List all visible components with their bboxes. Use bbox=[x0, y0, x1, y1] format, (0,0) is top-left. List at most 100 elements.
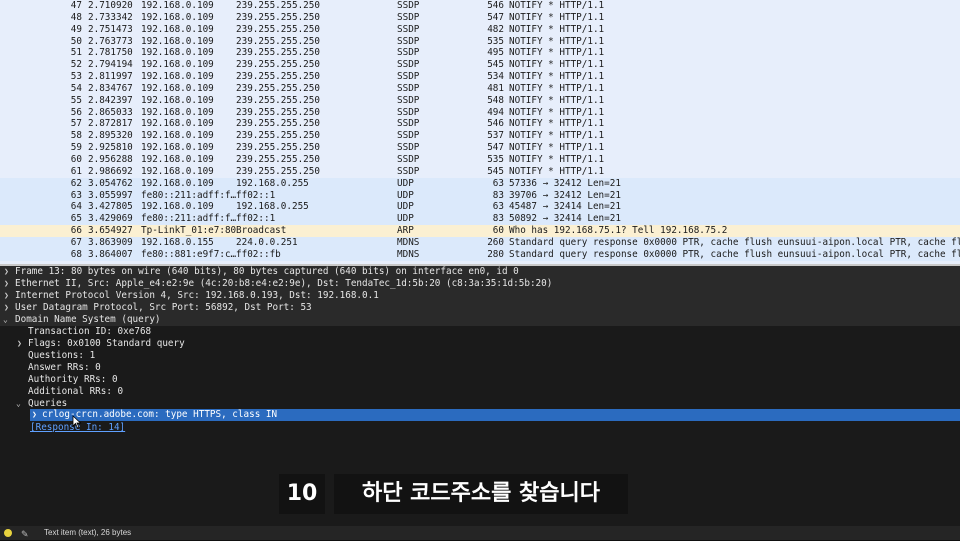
packet-info-cell: NOTIFY * HTTP/1.1 bbox=[509, 47, 605, 59]
tree-dns[interactable]: ⌄ Domain Name System (query) bbox=[0, 314, 960, 326]
tree-label: Domain Name System (query) bbox=[15, 314, 161, 325]
tree-ethernet[interactable]: ❯ Ethernet II, Src: Apple_e4:e2:9e (4c:2… bbox=[0, 278, 960, 290]
packet-row[interactable]: 65 3.429069 fe80::211:adff:f… ff02::1 UDP 83 5… bbox=[0, 213, 960, 226]
packet-dst-cell: ff02::1 bbox=[236, 213, 276, 225]
packet-dst-cell: ff02::fb bbox=[236, 248, 281, 260]
packet-no-cell: 49 bbox=[70, 23, 82, 35]
packet-time-cell: 2.842397 bbox=[88, 94, 133, 106]
packet-time-cell: 3.863909 bbox=[88, 236, 133, 248]
tree-label: Additional RRs: 0 bbox=[28, 386, 124, 397]
tree-flags[interactable]: ❯ Flags: 0x0100 Standard query bbox=[0, 338, 960, 350]
packet-row[interactable]: 68 3.864007 fe80::881:e9f7:c… ff02::fb MDNS 2… bbox=[0, 248, 960, 261]
packet-info-cell: 50892 → 32414 Len=21 bbox=[509, 213, 621, 225]
packet-len-cell: 280 bbox=[487, 248, 504, 260]
packet-len-cell: 547 bbox=[487, 11, 504, 23]
tree-udp[interactable]: ❯ User Datagram Protocol, Src Port: 5689… bbox=[0, 302, 960, 314]
packet-row[interactable]: 52 2.794194 192.168.0.109 239.255.255.250 SS… bbox=[0, 59, 960, 71]
packet-src-cell: 192.168.0.109 bbox=[141, 0, 214, 11]
chevron-right-icon[interactable]: ❯ bbox=[4, 266, 9, 278]
packet-no-cell: 63 bbox=[70, 189, 82, 201]
packet-row[interactable]: 61 2.986692 192.168.0.109 239.255.255.250 SS… bbox=[0, 166, 960, 178]
packet-row[interactable]: 54 2.834767 192.168.0.109 239.255.255.250 SS… bbox=[0, 83, 960, 95]
tree-ip[interactable]: ❯ Internet Protocol Version 4, Src: 192.… bbox=[0, 290, 960, 302]
packet-len-cell: 546 bbox=[487, 0, 504, 11]
packet-info-cell: Who has 192.168.75.1? Tell 192.168.75.2 bbox=[509, 225, 728, 237]
packet-row[interactable]: 59 2.925810 192.168.0.109 239.255.255.250 SS… bbox=[0, 142, 960, 154]
tree-transaction-id[interactable]: Transaction ID: 0xe768 bbox=[0, 326, 960, 338]
tree-answer-rrs[interactable]: Answer RRs: 0 bbox=[0, 362, 960, 374]
packet-no-cell: 67 bbox=[70, 236, 82, 248]
chevron-right-icon[interactable]: ❯ bbox=[17, 338, 22, 350]
chevron-right-icon[interactable]: ❯ bbox=[4, 290, 9, 302]
packet-len-cell: 495 bbox=[487, 47, 504, 59]
packet-len-cell: 83 bbox=[492, 213, 504, 225]
packet-time-cell: 2.811997 bbox=[88, 71, 133, 83]
packet-row[interactable]: 60 2.956288 192.168.0.109 239.255.255.250 SS… bbox=[0, 154, 960, 166]
status-indicator-icon[interactable] bbox=[4, 529, 12, 537]
packet-time-cell: 2.763773 bbox=[88, 35, 133, 47]
packet-dst-cell: 239.255.255.250 bbox=[236, 59, 320, 71]
packet-proto-cell: ARP bbox=[397, 225, 414, 237]
packet-src-cell: 192.168.0.109 bbox=[141, 165, 214, 177]
packet-row[interactable]: 62 3.054762 192.168.0.109 192.168.0.255 UDP 6… bbox=[0, 177, 960, 190]
packet-row[interactable]: 48 2.733342 192.168.0.109 239.255.255.250 SS… bbox=[0, 12, 960, 24]
packet-src-cell: 192.168.0.109 bbox=[141, 47, 214, 59]
tree-authority-rrs[interactable]: Authority RRs: 0 bbox=[0, 374, 960, 386]
packet-dst-cell: 239.255.255.250 bbox=[236, 118, 320, 130]
chevron-down-icon[interactable]: ⌄ bbox=[16, 398, 21, 410]
tree-query-item-selected[interactable]: ❯ crlog-crcn.adobe.com: type HTTPS, clas… bbox=[30, 409, 960, 421]
packet-info-cell: NOTIFY * HTTP/1.1 bbox=[509, 0, 605, 11]
packet-info-cell: NOTIFY * HTTP/1.1 bbox=[509, 118, 605, 130]
packet-time-cell: 2.865033 bbox=[88, 106, 133, 118]
packet-row[interactable]: 55 2.842397 192.168.0.109 239.255.255.250 SS… bbox=[0, 95, 960, 107]
packet-dst-cell: 239.255.255.250 bbox=[236, 165, 320, 177]
packet-src-cell: 192.168.0.109 bbox=[141, 94, 214, 106]
packet-row[interactable]: 49 2.751473 192.168.0.109 239.255.255.250 SS… bbox=[0, 24, 960, 36]
tree-label: Questions: 1 bbox=[28, 350, 96, 361]
status-text: Text item (text), 26 bytes bbox=[44, 528, 132, 537]
packet-time-cell: 2.751473 bbox=[88, 23, 133, 35]
packet-row[interactable]: 47 2.710920 192.168.0.109 239.255.255.250 SS… bbox=[0, 0, 960, 12]
tree-questions[interactable]: Questions: 1 bbox=[0, 350, 960, 362]
packet-dst-cell: 239.255.255.250 bbox=[236, 153, 320, 165]
packet-info-cell: NOTIFY * HTTP/1.1 bbox=[509, 106, 605, 118]
packet-row[interactable]: 56 2.865033 192.168.0.109 239.255.255.250 SS… bbox=[0, 107, 960, 119]
packet-time-cell: 3.654927 bbox=[88, 225, 133, 237]
packet-len-cell: 534 bbox=[487, 71, 504, 83]
packet-row[interactable]: 58 2.895320 192.168.0.109 239.255.255.250 SS… bbox=[0, 130, 960, 142]
tree-label: Flags: 0x0100 Standard query bbox=[28, 338, 185, 349]
packet-info-cell: 45487 → 32414 Len=21 bbox=[509, 201, 621, 213]
subtitle-step-number: 10 bbox=[279, 474, 325, 514]
packet-row[interactable]: 66 3.654927 Tp-LinkT_01:e7:80 Broadcast ARP 6… bbox=[0, 225, 960, 237]
packet-src-cell: 192.168.0.109 bbox=[141, 201, 214, 213]
packet-src-cell: 192.168.0.109 bbox=[141, 142, 214, 154]
packet-len-cell: 63 bbox=[492, 177, 504, 189]
packet-row[interactable]: 53 2.811997 192.168.0.109 239.255.255.250 SS… bbox=[0, 71, 960, 83]
packet-row[interactable]: 63 3.055997 fe80::211:adff:f… ff02::1 UDP 83 3… bbox=[0, 189, 960, 202]
chevron-right-icon[interactable]: ❯ bbox=[32, 410, 37, 419]
chevron-right-icon[interactable]: ❯ bbox=[4, 278, 9, 290]
packet-info-cell: NOTIFY * HTTP/1.1 bbox=[509, 165, 605, 177]
packet-src-cell: 192.168.0.109 bbox=[141, 118, 214, 130]
tree-additional-rrs[interactable]: Additional RRs: 0 bbox=[0, 386, 960, 398]
packet-len-cell: 535 bbox=[487, 35, 504, 47]
packet-row[interactable]: 64 3.427805 192.168.0.109 192.168.0.255 UDP 6… bbox=[0, 201, 960, 214]
tree-frame[interactable]: ❯ Frame 13: 80 bytes on wire (640 bits),… bbox=[0, 266, 960, 278]
packet-list[interactable]: 47 2.710920 192.168.0.109 239.255.255.250 SS… bbox=[0, 0, 960, 264]
packet-row[interactable]: 57 2.872817 192.168.0.109 239.255.255.250 SS… bbox=[0, 118, 960, 130]
packet-proto-cell: SSDP bbox=[397, 82, 420, 94]
subtitle-caption: 10 하단 코드주소를 찾습니다 bbox=[0, 474, 960, 514]
packet-time-cell: 2.733342 bbox=[88, 11, 133, 23]
packet-dst-cell: 224.0.0.251 bbox=[236, 236, 298, 248]
packet-src-cell: 192.168.0.109 bbox=[141, 130, 214, 142]
chevron-right-icon[interactable]: ❯ bbox=[4, 302, 9, 314]
packet-len-cell: 60 bbox=[492, 225, 504, 237]
chevron-down-icon[interactable]: ⌄ bbox=[3, 314, 8, 326]
packet-row[interactable]: 50 2.763773 192.168.0.109 239.255.255.250 SS… bbox=[0, 36, 960, 48]
packet-time-cell: 3.427805 bbox=[88, 201, 133, 213]
edit-comment-icon[interactable]: ✎ bbox=[21, 527, 29, 541]
packet-row[interactable]: 51 2.781750 192.168.0.109 239.255.255.250 SS… bbox=[0, 47, 960, 59]
packet-dst-cell: 239.255.255.250 bbox=[236, 94, 320, 106]
packet-row[interactable]: 67 3.863909 192.168.0.155 224.0.0.251 MDNS 26… bbox=[0, 236, 960, 249]
packet-src-cell: 192.168.0.109 bbox=[141, 35, 214, 47]
